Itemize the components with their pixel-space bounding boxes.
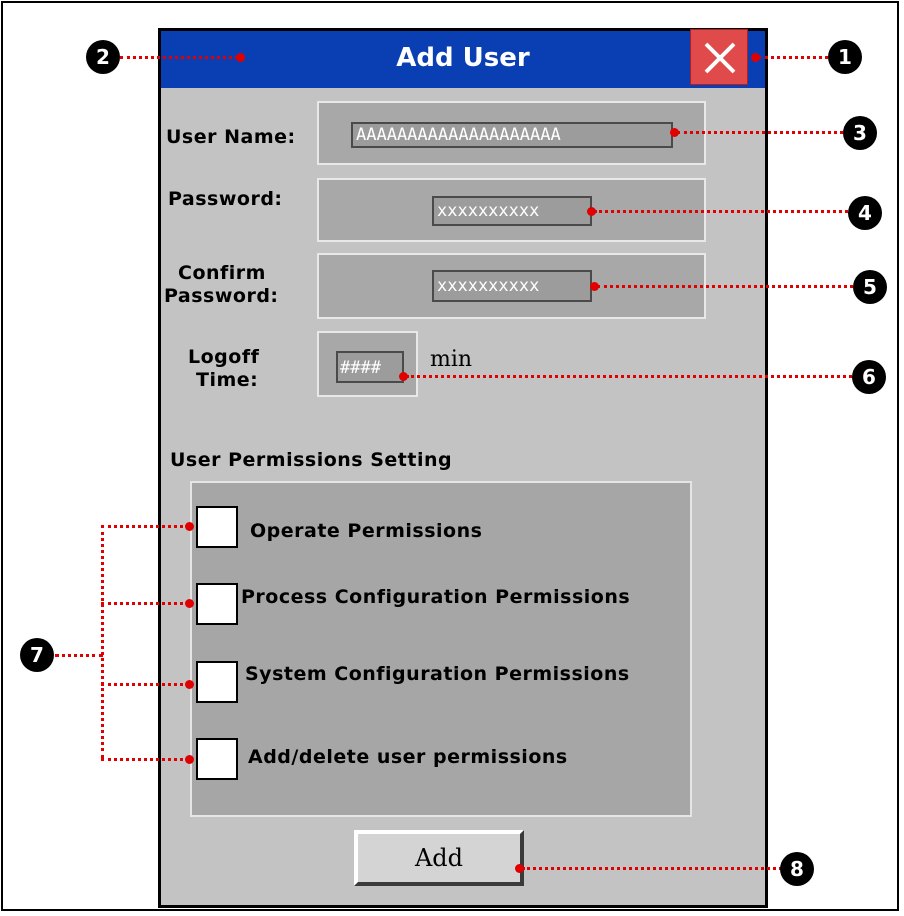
confirm-password-label-line2: Password: <box>164 285 279 307</box>
password-label: Password: <box>168 188 283 210</box>
callout-7-branch-2 <box>101 602 189 605</box>
close-x-icon <box>704 42 736 74</box>
permissions-heading: User Permissions Setting <box>170 449 453 471</box>
callout-5: 5 <box>853 270 887 304</box>
title-bar: Add User <box>158 28 768 88</box>
user-name-label: User Name: <box>166 126 296 148</box>
logoff-time-label-line2: Time: <box>196 369 259 391</box>
system-configuration-label: System Configuration Permissions <box>245 663 630 685</box>
callout-3: 3 <box>843 116 877 150</box>
callout-8: 8 <box>780 852 814 886</box>
callout-1: 1 <box>828 40 862 74</box>
add-button[interactable]: Add <box>354 830 524 886</box>
callout-5-leader <box>597 285 853 288</box>
confirm-password-label-line1: Confirm <box>178 262 266 284</box>
callout-6: 6 <box>852 360 886 394</box>
checkbox-operate-permissions[interactable] <box>196 506 238 548</box>
callout-1-leader <box>758 56 828 59</box>
operate-permissions-label: Operate Permissions <box>250 520 483 542</box>
add-button-label: Add <box>414 844 464 872</box>
callout-7-branch-4 <box>101 758 189 761</box>
checkbox-add-delete-user[interactable] <box>196 738 238 780</box>
add-delete-user-label: Add/delete user permissions <box>248 746 568 768</box>
callout-6-leader <box>406 375 852 378</box>
callout-7-branch-3 <box>101 683 189 686</box>
close-button[interactable] <box>690 29 748 85</box>
callout-7-anchor-4 <box>185 755 194 764</box>
checkbox-system-configuration[interactable] <box>196 661 238 703</box>
callout-7-anchor-3 <box>185 680 194 689</box>
callout-2-anchor <box>236 53 245 62</box>
process-configuration-label: Process Configuration Permissions <box>241 586 631 608</box>
callout-7-leader <box>55 654 103 657</box>
callout-7-anchor-1 <box>185 522 194 531</box>
callout-7-branch-1 <box>101 525 189 528</box>
dialog-title: Add User <box>396 43 530 73</box>
callout-7-bracket <box>101 525 104 758</box>
user-name-input[interactable]: AAAAAAAAAAAAAAAAAAAA <box>351 122 673 148</box>
callout-4-leader <box>594 210 848 213</box>
callout-8-leader <box>522 867 782 870</box>
confirm-password-input[interactable]: xxxxxxxxxx <box>432 270 592 302</box>
callout-7-anchor-2 <box>185 599 194 608</box>
logoff-time-label-line1: Logoff <box>188 346 260 368</box>
callout-7: 7 <box>20 638 54 672</box>
checkbox-process-configuration[interactable] <box>196 583 238 625</box>
callout-3-leader <box>677 131 843 134</box>
password-input[interactable]: xxxxxxxxxx <box>432 196 592 226</box>
logoff-time-input[interactable]: #### <box>336 351 404 383</box>
callout-2-leader <box>120 56 238 59</box>
callout-4: 4 <box>848 196 882 230</box>
callout-2: 2 <box>86 40 120 74</box>
logoff-unit-label: min <box>430 347 473 372</box>
